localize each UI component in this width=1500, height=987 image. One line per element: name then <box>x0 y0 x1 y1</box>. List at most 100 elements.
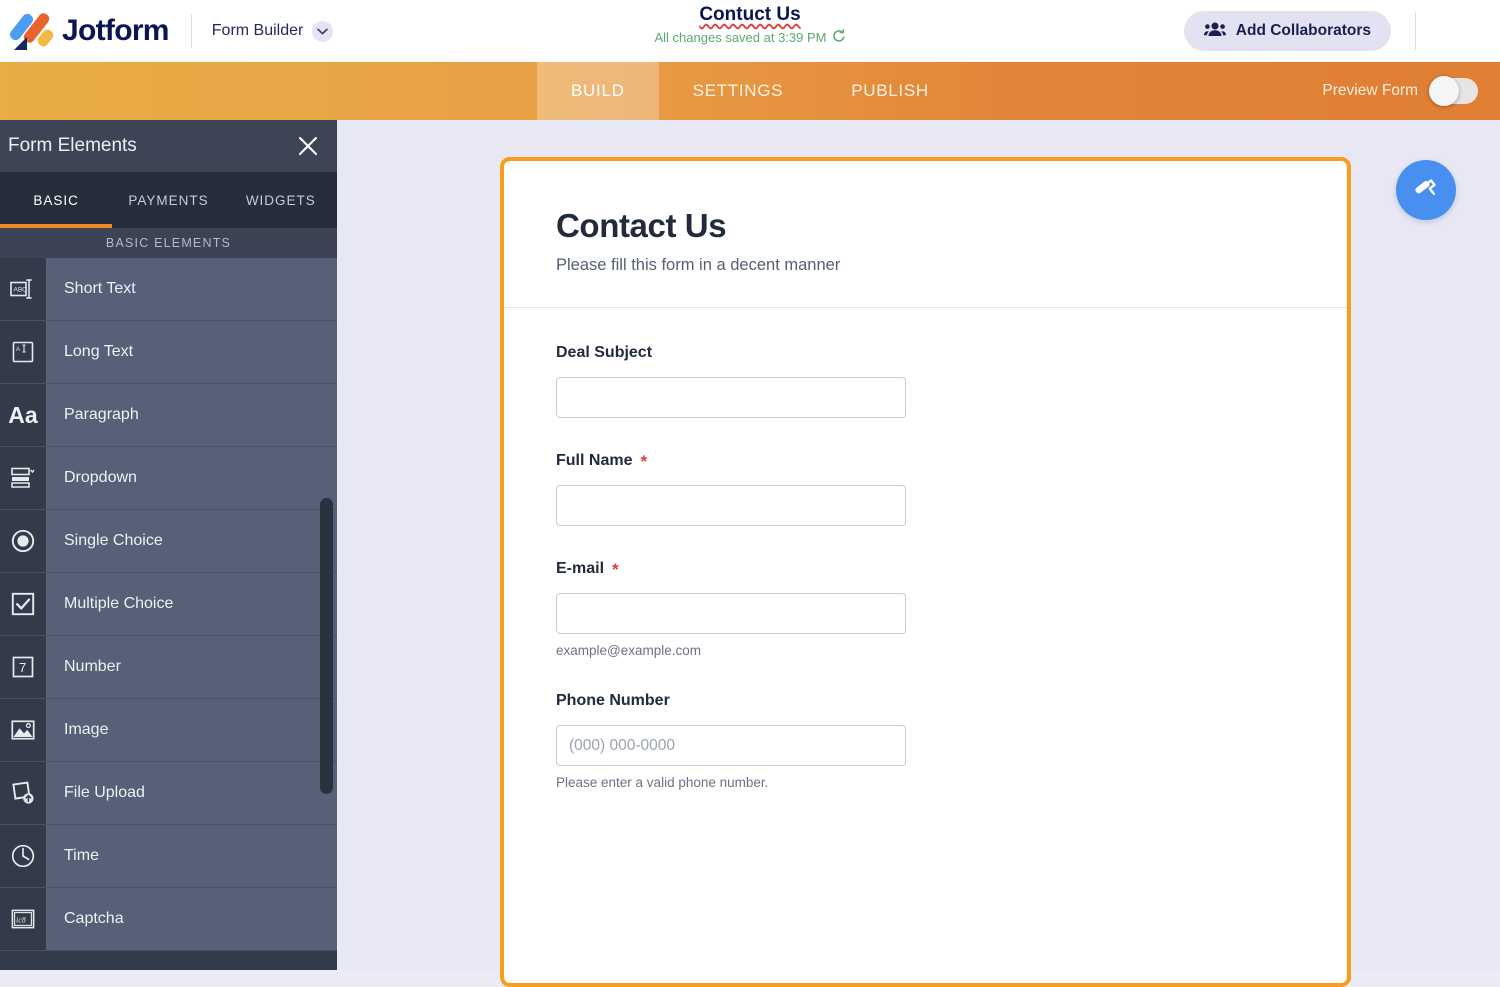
nav-tabs: BUILD SETTINGS PUBLISH <box>537 62 963 120</box>
radio-button-icon <box>0 510 46 572</box>
sidebar-title: Form Elements <box>8 135 137 156</box>
logo-triangle-navy <box>14 37 27 50</box>
sidebar-item-label: Dropdown <box>46 447 337 509</box>
sidebar-section-title: BASIC ELEMENTS <box>0 228 337 258</box>
field-label-text: E-mail <box>556 560 605 577</box>
sidebar-item-multiple-choice[interactable]: Multiple Choice <box>0 573 337 636</box>
field-label-text: Full Name <box>556 452 633 469</box>
form-subheading[interactable]: Please fill this form in a decent manner <box>556 256 1295 275</box>
deal-subject-input[interactable] <box>556 377 906 418</box>
sidebar-header: Form Elements <box>0 120 337 172</box>
form-canvas: Contact Us Please fill this form in a de… <box>337 120 1500 987</box>
form-heading[interactable]: Contact Us <box>556 207 1295 245</box>
sidebar-item-number[interactable]: 7 Number <box>0 636 337 699</box>
sidebar-item-label: Short Text <box>46 258 337 320</box>
save-status-text: All changes saved at 3:39 PM <box>654 30 827 45</box>
sidebar-item-label: Number <box>46 636 337 698</box>
preview-form-toggle[interactable] <box>1429 76 1478 106</box>
field-label: Phone Number <box>556 692 1295 710</box>
jotform-logo <box>7 11 56 51</box>
sidebar-item-label: Time <box>46 825 337 887</box>
field-full-name[interactable]: Full Name * <box>556 452 1295 526</box>
form-builder-label: Form Builder <box>211 22 304 39</box>
required-asterisk: * <box>640 451 648 471</box>
add-collaborators-label: Add Collaborators <box>1235 22 1371 39</box>
clock-icon <box>0 825 46 887</box>
field-phone-number[interactable]: Phone Number Please enter a valid phone … <box>556 692 1295 790</box>
undo-icon[interactable] <box>832 29 846 46</box>
people-icon <box>1203 21 1226 42</box>
sidebar-item-short-text[interactable]: ABC Short Text <box>0 258 337 321</box>
sidebar-tabs: BASIC PAYMENTS WIDGETS <box>0 172 337 228</box>
sidebar-item-label: File Upload <box>46 762 337 824</box>
field-label-text: Phone Number <box>556 692 670 709</box>
sidebar-element-list: ABC Short Text A Long Text Aa Paragraph <box>0 258 337 951</box>
phone-number-input[interactable] <box>556 725 906 766</box>
sidebar-item-label: Paragraph <box>46 384 337 446</box>
form-elements-sidebar: Form Elements BASIC PAYMENTS WIDGETS BAS… <box>0 120 337 970</box>
sidebar-item-file-upload[interactable]: File Upload <box>0 762 337 825</box>
dropdown-icon <box>0 447 46 509</box>
full-name-input[interactable] <box>556 485 906 526</box>
header-divider <box>190 14 192 48</box>
chevron-down-icon[interactable] <box>312 20 334 42</box>
tab-publish[interactable]: PUBLISH <box>817 62 963 120</box>
svg-text:ic8: ic8 <box>16 915 26 924</box>
sidebar-tab-widgets[interactable]: WIDGETS <box>225 172 337 228</box>
field-label: E-mail * <box>556 560 1295 578</box>
form-preview-card[interactable]: Contact Us Please fill this form in a de… <box>500 157 1351 987</box>
svg-text:A: A <box>16 347 20 353</box>
sidebar-item-captcha[interactable]: ic8 Captcha <box>0 888 337 951</box>
required-asterisk: * <box>612 559 619 579</box>
add-collaborators-button[interactable]: Add Collaborators <box>1183 11 1391 51</box>
field-label: Full Name * <box>556 452 1295 470</box>
number-icon: 7 <box>0 636 46 698</box>
sidebar-item-label: Multiple Choice <box>46 573 337 635</box>
email-input[interactable] <box>556 593 906 634</box>
long-text-icon: A <box>0 321 46 383</box>
main-navbar: BUILD SETTINGS PUBLISH Preview Form <box>0 62 1500 120</box>
sidebar-item-single-choice[interactable]: Single Choice <box>0 510 337 573</box>
sidebar-item-label: Image <box>46 699 337 761</box>
brand-name: Jotform <box>62 14 169 47</box>
sidebar-item-long-text[interactable]: A Long Text <box>0 321 337 384</box>
sidebar-item-dropdown[interactable]: Dropdown <box>0 447 337 510</box>
tab-build[interactable]: BUILD <box>537 62 659 120</box>
field-email[interactable]: E-mail * example@example.com <box>556 560 1295 658</box>
top-header: Jotform Form Builder Contuct Us All chan… <box>0 0 1500 62</box>
preview-form-control: Preview Form <box>1322 62 1478 120</box>
form-designer-button[interactable] <box>1396 160 1456 220</box>
captcha-icon: ic8 <box>0 888 46 950</box>
sidebar-item-label: Single Choice <box>46 510 337 572</box>
sidebar-item-time[interactable]: Time <box>0 825 337 888</box>
close-icon[interactable] <box>296 134 320 158</box>
file-upload-icon <box>0 762 46 824</box>
save-status: All changes saved at 3:39 PM <box>655 29 846 46</box>
sidebar-tab-payments[interactable]: PAYMENTS <box>112 172 224 228</box>
image-icon <box>0 699 46 761</box>
field-label-text: Deal Subject <box>556 344 653 361</box>
svg-text:ABC: ABC <box>14 287 28 294</box>
email-hint: example@example.com <box>556 643 702 658</box>
form-builder-menu[interactable]: Form Builder <box>211 20 334 42</box>
sidebar-item-image[interactable]: Image <box>0 699 337 762</box>
short-text-icon: ABC <box>0 258 46 320</box>
field-deal-subject[interactable]: Deal Subject <box>556 344 1295 418</box>
form-fields: Deal Subject Full Name * E-mail * exampl… <box>504 308 1347 790</box>
svg-text:7: 7 <box>19 660 26 675</box>
sidebar-tab-basic[interactable]: BASIC <box>0 172 113 228</box>
paint-roller-icon <box>1411 174 1441 207</box>
brand-logo-wrap[interactable]: Jotform <box>0 11 169 51</box>
form-header[interactable]: Contact Us Please fill this form in a de… <box>504 161 1347 307</box>
sidebar-item-label: Captcha <box>46 888 337 950</box>
page-title[interactable]: Contuct Us <box>699 4 800 26</box>
preview-form-label: Preview Form <box>1322 82 1418 99</box>
sidebar-item-paragraph[interactable]: Aa Paragraph <box>0 384 337 447</box>
sidebar-scrollbar-thumb[interactable] <box>320 498 333 794</box>
header-right-divider <box>1415 12 1416 50</box>
tab-settings[interactable]: SETTINGS <box>659 62 818 120</box>
toggle-knob <box>1429 76 1459 106</box>
paragraph-icon: Aa <box>0 384 46 446</box>
phone-hint: Please enter a valid phone number. <box>556 775 769 790</box>
checkbox-icon <box>0 573 46 635</box>
